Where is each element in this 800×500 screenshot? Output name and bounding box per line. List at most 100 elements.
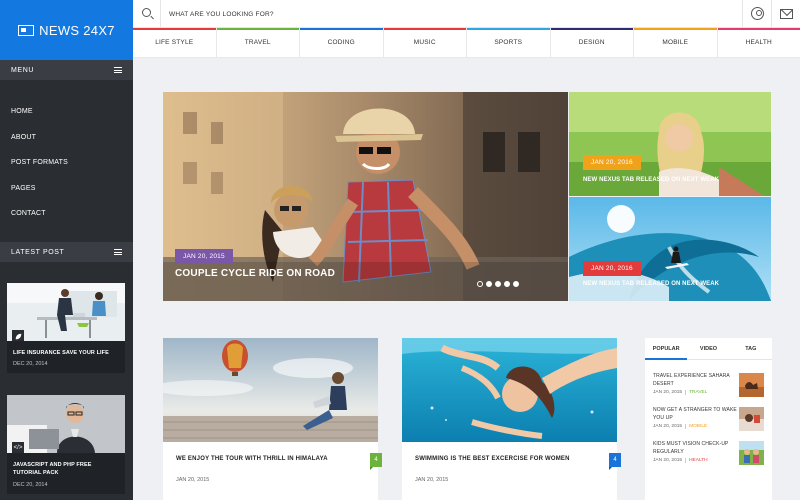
article-image[interactable] (402, 338, 617, 442)
menu-item-post-formats[interactable]: POST FORMATS (0, 150, 133, 176)
nav-label: TRAVEL (244, 39, 271, 46)
article-title[interactable]: SWIMMING IS THE BEST EXCERCISE FOR WOMEN (415, 456, 570, 462)
widget-item-tag[interactable]: TRAVEL (685, 390, 708, 395)
leaf-icon (12, 330, 24, 341)
latest-post-date: DEC 20, 2014 (13, 481, 48, 488)
tab-video[interactable]: VIDEO (687, 338, 729, 359)
latest-post-title[interactable]: JAVASCRIPT AND PHP FREE TUTORIAL PACK (7, 453, 125, 480)
latest-post-title[interactable]: LIFE INSURANCE SAVE YOUR LIFE (7, 341, 125, 359)
latest-post-image[interactable] (7, 283, 125, 341)
widget-item-date: JAN 20, 2015 (653, 390, 683, 395)
search-icon (142, 8, 151, 17)
nav-label: LIFE STYLE (155, 39, 194, 46)
article-date: JAN 20, 2015 (415, 477, 449, 483)
office-meeting-image (7, 283, 125, 341)
widget-item-thumb[interactable] (739, 441, 764, 465)
mail-icon (780, 9, 793, 19)
hero-slider[interactable]: JAN 20, 2015 COUPLE CYCLE RIDE ON ROAD (163, 92, 568, 301)
widget-item-tag[interactable]: HEALTH (685, 458, 708, 463)
comment-count-badge[interactable]: 4 (370, 453, 382, 470)
nav-item-health[interactable]: HEALTH (717, 28, 800, 57)
card-title[interactable]: NEW NEXUS TAB RELEASED ON NEXT WEAK (583, 177, 719, 183)
slider-dot[interactable] (495, 281, 501, 287)
site-name: NEWS 24X7 (39, 22, 115, 38)
widget-item-title[interactable]: KIDS MUST VISION CHECK-UP REGULARLY (653, 441, 737, 456)
site-logo[interactable]: NEWS 24X7 (0, 0, 133, 60)
hamburger-icon[interactable] (114, 67, 122, 73)
nav-label: HEALTH (745, 39, 772, 46)
category-color-bar (133, 28, 216, 30)
slider-dot[interactable] (513, 281, 519, 287)
category-color-bar (216, 28, 299, 30)
newspaper-icon (18, 24, 35, 36)
widget-list-item[interactable]: NOW GET A STRANGER TO WAKE YOU UP JAN 20… (653, 407, 765, 437)
featured-card[interactable]: JAN 20, 2016 NEW NEXUS TAB RELEASED ON N… (569, 197, 771, 301)
article-date: JAN 20, 2015 (176, 477, 210, 483)
latest-post-header: LATEST POST (0, 242, 133, 262)
article-card[interactable]: SWIMMING IS THE BEST EXCERCISE FOR WOMEN… (402, 338, 621, 500)
nav-item-travel[interactable]: TRAVEL (216, 28, 300, 57)
category-color-bar (467, 28, 550, 30)
underwater-swimmer-image (402, 338, 617, 442)
laptop-balloon-image (163, 338, 378, 442)
hamburger-icon[interactable] (114, 249, 122, 255)
code-icon: </> (12, 442, 24, 453)
category-color-bar (717, 28, 800, 30)
menu-item-pages[interactable]: PAGES (0, 176, 133, 202)
widget-item-title[interactable]: NOW GET A STRANGER TO WAKE YOU UP (653, 407, 737, 422)
menu-item-home[interactable]: HOME (0, 99, 133, 125)
desert-camel-image (739, 373, 764, 397)
nav-item-music[interactable]: MUSIC (383, 28, 467, 57)
latest-post-date: DEC 20, 2014 (13, 361, 48, 368)
nav-item-design[interactable]: DESIGN (550, 28, 634, 57)
nav-item-life-style[interactable]: LIFE STYLE (133, 28, 217, 57)
hero-title[interactable]: COUPLE CYCLE RIDE ON ROAD (175, 268, 335, 279)
nav-item-sports[interactable]: SPORTS (467, 28, 551, 57)
search-button[interactable] (133, 0, 161, 28)
nav-item-coding[interactable]: CODING (300, 28, 384, 57)
article-card[interactable]: WE ENJOY THE TOUR WITH THRILL IN HIMALAY… (163, 338, 382, 500)
category-color-bar (300, 28, 383, 30)
hero-date-badge: JAN 20, 2015 (175, 249, 233, 264)
slider-dot[interactable] (486, 281, 492, 287)
tab-tag[interactable]: TAG (730, 338, 772, 359)
category-color-bar (383, 28, 466, 30)
latest-post-label: LATEST POST (11, 248, 65, 256)
widget-item-title[interactable]: TRAVEL EXPERIENCE SAHARA DESERT (653, 373, 737, 388)
person-sleeping-image (739, 407, 764, 431)
widget-list-item[interactable]: KIDS MUST VISION CHECK-UP REGULARLY JAN … (653, 441, 765, 471)
latest-post-card[interactable]: LIFE INSURANCE SAVE YOUR LIFE DEC 20, 20… (7, 283, 125, 374)
menu-item-about[interactable]: ABOUT (0, 125, 133, 151)
card-title[interactable]: NEW NEXUS TAB RELEASED ON NEXT WEAK (583, 281, 719, 287)
comment-count-badge[interactable]: 4 (609, 453, 621, 470)
menu-item-contact[interactable]: CONTACT (0, 201, 133, 227)
widget-item-thumb[interactable] (739, 373, 764, 397)
article-image[interactable] (163, 338, 378, 442)
nav-item-mobile[interactable]: MOBILE (634, 28, 718, 57)
latest-post-card[interactable]: </> JAVASCRIPT AND PHP FREE TUTORIAL PAC… (7, 395, 125, 494)
kids-outdoor-image (739, 441, 764, 465)
tab-popular[interactable]: POPULAR (645, 338, 688, 360)
nav-label: DESIGN (578, 39, 605, 46)
featured-card[interactable]: JAN 20, 2016 NEW NEXUS TAB RELEASED ON N… (569, 92, 771, 196)
card-date-badge: JAN 20, 2016 (583, 261, 641, 276)
slider-dot[interactable] (504, 281, 510, 287)
widget-item-meta: JAN 20, 2015 MOBILE (653, 424, 708, 429)
developer-image (7, 395, 125, 453)
nav-label: SPORTS (494, 39, 523, 46)
widget-item-thumb[interactable] (739, 407, 764, 431)
widget-list-item[interactable]: TRAVEL EXPERIENCE SAHARA DESERT JAN 20, … (653, 373, 765, 403)
sidebar: NEWS 24X7 MENU HOME ABOUT POST FORMATS P… (0, 0, 133, 500)
search-input[interactable] (169, 7, 689, 21)
nav-label: MUSIC (413, 39, 436, 46)
mail-button[interactable] (771, 0, 800, 28)
widget-item-date: JAN 20, 2015 (653, 424, 683, 429)
user-account-button[interactable] (742, 0, 771, 28)
slider-dot[interactable] (477, 281, 483, 287)
article-title[interactable]: WE ENJOY THE TOUR WITH THRILL IN HIMALAY… (176, 456, 328, 462)
widget-item-tag[interactable]: MOBILE (685, 424, 708, 429)
popular-widget: POPULAR VIDEO TAG TRAVEL EXPERIENCE SAHA… (645, 338, 772, 500)
latest-post-image[interactable]: </> (7, 395, 125, 453)
card-date-badge: JAN 20, 2016 (583, 155, 641, 170)
category-nav: LIFE STYLE TRAVEL CODING MUSIC SPORTS DE… (133, 28, 800, 58)
